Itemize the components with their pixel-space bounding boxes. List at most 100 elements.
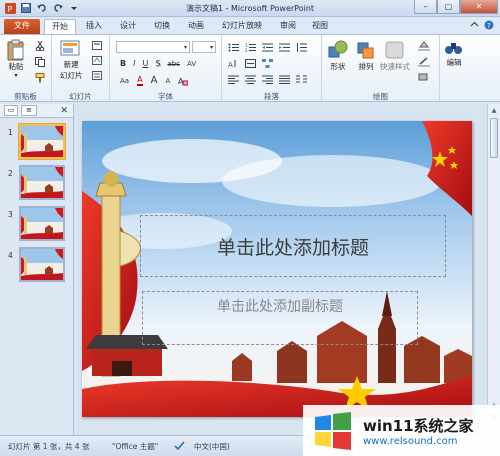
slide-number: 1	[8, 128, 13, 137]
slides-pane: ▭ ≡ ✕ 1 2 3 4	[0, 104, 74, 435]
slide-thumbnail-row[interactable]: 1	[0, 124, 74, 162]
align-text-icon[interactable]	[245, 59, 256, 68]
windows-logo-icon	[315, 411, 351, 450]
slide-count-text: 幻灯片 第 1 张，共 4 张	[8, 442, 90, 451]
underline-button[interactable]: U	[142, 59, 148, 68]
tab-insert[interactable]: 插入	[80, 19, 108, 34]
layout-icon[interactable]	[92, 41, 102, 50]
font-family-combo[interactable]: ▾	[116, 41, 190, 53]
reset-icon[interactable]	[92, 56, 102, 65]
change-case-button[interactable]: Aa	[120, 77, 129, 85]
grow-font-button[interactable]: A	[151, 75, 158, 86]
font-size-combo[interactable]: ▾	[192, 41, 216, 53]
group-font: ▾ ▾ B I U S abc AV Aa A A A A 字体	[110, 35, 222, 103]
title-bar: P 演示文稿1 - Microsoft PowerPoint – ▢ ✕	[0, 0, 500, 17]
subtitle-placeholder-text: 单击此处添加副标题	[217, 299, 343, 315]
align-right-icon[interactable]	[262, 75, 273, 84]
text-direction-icon[interactable]: A	[228, 59, 239, 68]
tab-slideshow[interactable]: 幻灯片放映	[216, 19, 268, 34]
slide-thumbnail[interactable]	[19, 206, 65, 241]
paste-label: 粘贴	[8, 62, 24, 71]
slide-thumbnail[interactable]	[19, 124, 65, 159]
tab-transitions[interactable]: 切换	[148, 19, 176, 34]
group-paragraph: 12 A 段落	[222, 35, 322, 103]
justify-icon[interactable]	[279, 75, 290, 84]
slide-thumbnail-row[interactable]: 3	[0, 206, 74, 244]
slide-thumbnail-row[interactable]: 4	[0, 247, 74, 285]
watermark-brand: win11系统之家	[363, 416, 474, 435]
minimize-button[interactable]: –	[414, 0, 437, 14]
slide-number: 2	[8, 169, 13, 178]
minimize-ribbon-icon[interactable]	[470, 20, 479, 29]
slide-thumbnail[interactable]	[19, 247, 65, 282]
slide-number: 4	[8, 251, 13, 260]
shapes-label: 形状	[330, 62, 346, 71]
tab-animations[interactable]: 动画	[182, 19, 210, 34]
smartart-icon[interactable]	[262, 59, 273, 68]
slide-thumbnail[interactable]	[19, 165, 65, 200]
ribbon-tabs: 文件 开始 插入 设计 切换 动画 幻灯片放映 审阅 视图 ?	[0, 17, 500, 34]
pane-close-button[interactable]: ✕	[60, 106, 68, 116]
tab-design[interactable]: 设计	[114, 19, 142, 34]
group-drawing: 形状 排列 快速样式 绘图	[322, 35, 440, 103]
numbering-icon[interactable]: 12	[245, 43, 256, 52]
bullets-icon[interactable]	[228, 43, 239, 52]
spell-check-icon[interactable]	[174, 440, 185, 451]
shrink-font-button[interactable]: A	[165, 77, 170, 85]
close-button[interactable]: ✕	[460, 0, 498, 14]
new-slide-icon	[60, 40, 80, 56]
title-placeholder[interactable]: 单击此处添加标题	[140, 215, 446, 277]
clear-formatting-icon[interactable]: A	[178, 76, 189, 86]
help-icon[interactable]: ?	[484, 20, 494, 30]
restore-button[interactable]: ▢	[437, 0, 460, 14]
tab-file[interactable]: 文件	[4, 19, 40, 34]
copy-icon[interactable]	[35, 57, 45, 67]
align-center-icon[interactable]	[245, 75, 256, 84]
slide-editor: 单击此处添加标题 单击此处添加副标题	[75, 104, 487, 435]
font-color-button[interactable]: A	[137, 75, 143, 86]
cut-icon[interactable]	[35, 41, 45, 51]
bold-button[interactable]: B	[120, 59, 126, 68]
format-painter-icon[interactable]	[35, 73, 45, 83]
paste-button[interactable]: 粘贴 ▾	[6, 39, 26, 79]
shape-fill-icon[interactable]	[418, 41, 430, 51]
vertical-scrollbar[interactable]: ▲ ▲ ▼	[487, 104, 500, 435]
quick-styles-button[interactable]: 快速样式	[380, 39, 410, 72]
tab-review[interactable]: 审阅	[274, 19, 302, 34]
group-label-slides: 幻灯片	[69, 92, 92, 101]
group-label-font: 字体	[158, 92, 173, 101]
group-editing: 编辑	[440, 35, 470, 103]
increase-indent-icon[interactable]	[279, 43, 290, 52]
new-slide-button[interactable]: 新建 幻灯片	[60, 39, 83, 81]
strikethrough-button[interactable]: abc	[167, 60, 180, 68]
svg-text:A: A	[228, 61, 233, 68]
watermark-url: www.relsound.com	[363, 435, 458, 447]
group-slides: 新建 幻灯片 幻灯片	[52, 35, 110, 103]
arrange-button[interactable]: 排列	[356, 39, 376, 72]
subtitle-placeholder[interactable]: 单击此处添加副标题	[142, 291, 418, 345]
shapes-button[interactable]: 形状	[328, 39, 348, 72]
tab-home[interactable]: 开始	[44, 19, 76, 34]
outline-tab[interactable]: ≡	[21, 105, 37, 116]
scrollbar-thumb[interactable]	[490, 118, 498, 158]
columns-icon[interactable]	[296, 75, 307, 84]
scroll-up-icon[interactable]: ▲	[488, 104, 500, 116]
line-spacing-icon[interactable]	[296, 43, 307, 52]
group-label-clipboard: 剪贴板	[14, 92, 37, 101]
shape-effects-icon[interactable]	[418, 73, 430, 83]
current-slide[interactable]: 单击此处添加标题 单击此处添加副标题	[82, 121, 472, 417]
shadow-button[interactable]: S	[155, 59, 160, 68]
arrange-icon	[357, 42, 374, 59]
tab-view[interactable]: 视图	[306, 19, 334, 34]
char-spacing-button[interactable]: AV	[187, 60, 196, 68]
title-placeholder-text: 单击此处添加标题	[216, 236, 369, 259]
align-left-icon[interactable]	[228, 75, 239, 84]
decrease-indent-icon[interactable]	[262, 43, 273, 52]
shape-outline-icon[interactable]	[418, 57, 430, 67]
slide-number: 3	[8, 210, 13, 219]
slide-thumbnail-row[interactable]: 2	[0, 165, 74, 203]
section-icon[interactable]	[92, 71, 102, 80]
editing-button[interactable]: 编辑	[444, 39, 464, 68]
slides-tab[interactable]: ▭	[4, 105, 18, 116]
italic-button[interactable]: I	[133, 59, 135, 68]
